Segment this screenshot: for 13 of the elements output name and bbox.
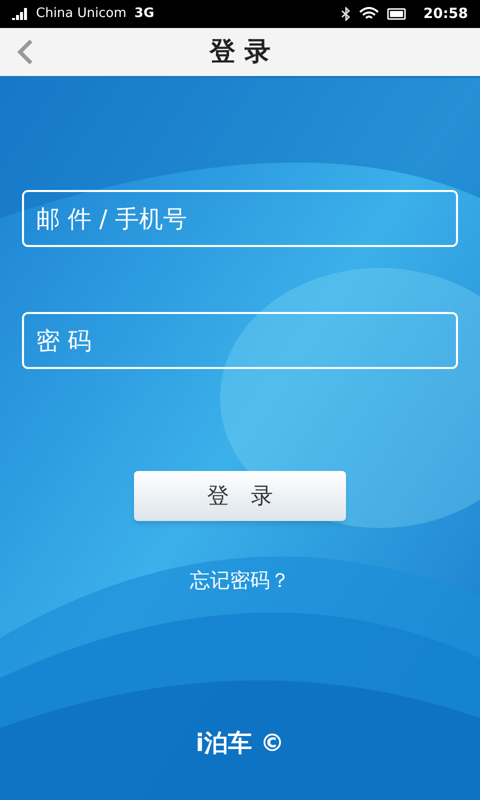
wifi-icon xyxy=(359,7,380,21)
signal-icon xyxy=(12,8,28,20)
brand-logo: i泊车 © xyxy=(196,728,284,759)
page-title: 登 录 xyxy=(209,36,271,68)
input-field[interactable]: 邮 件 / 手机号 xyxy=(22,190,458,247)
bluetooth-icon xyxy=(341,7,352,21)
battery-icon xyxy=(387,8,408,20)
input-field[interactable]: 密 码 xyxy=(22,312,458,369)
back-chevron-icon xyxy=(17,39,33,65)
carrier-name: China Unicom xyxy=(36,5,126,24)
network-type: 3G xyxy=(134,5,154,24)
login-button[interactable]: 登 录 xyxy=(134,471,346,521)
clock: 20:58 xyxy=(423,4,468,24)
